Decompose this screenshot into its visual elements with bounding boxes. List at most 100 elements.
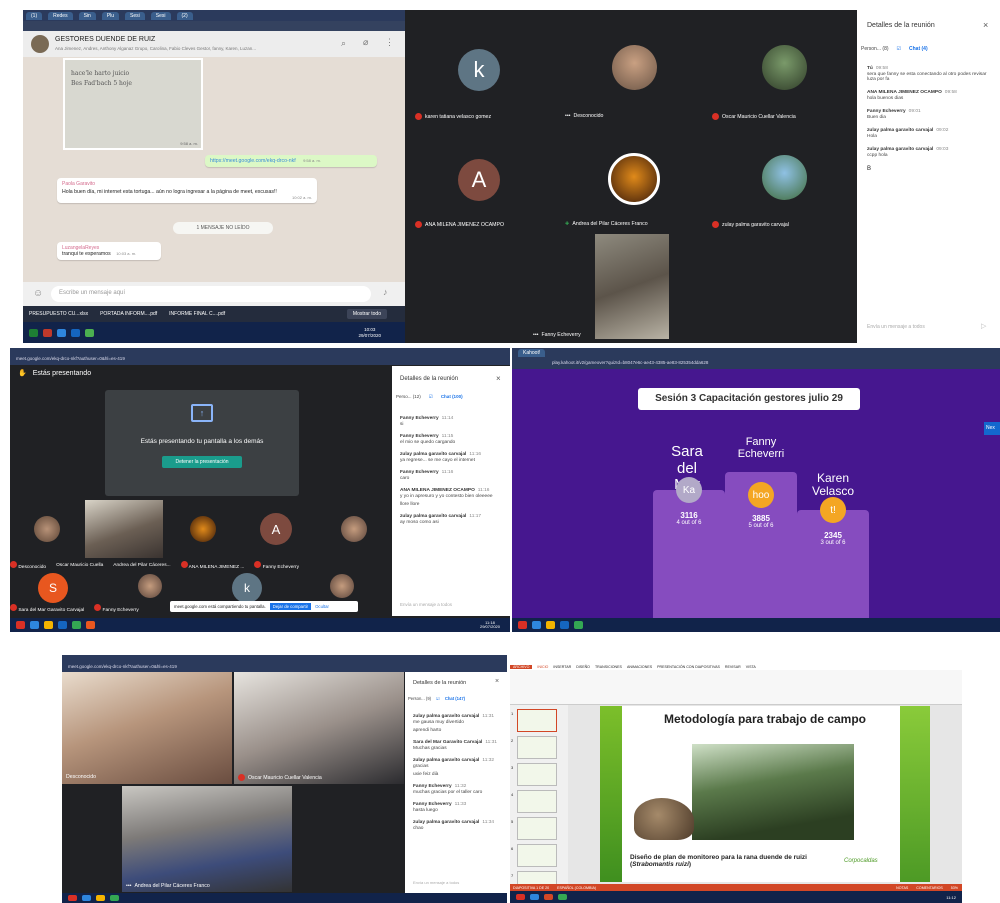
tab-info-icon[interactable]: ☑ bbox=[897, 46, 901, 52]
slide-thumbnail[interactable] bbox=[517, 736, 557, 759]
hide-button[interactable]: Ocultar bbox=[315, 604, 329, 609]
notes-button[interactable]: NOTAS bbox=[896, 886, 908, 890]
address-text[interactable]: play.kahoot.it/v2/gameover?quizId=b8047e… bbox=[552, 360, 708, 365]
tab-chat[interactable]: Chat (100) bbox=[441, 394, 463, 400]
taskbar bbox=[62, 893, 507, 903]
browser-tab[interactable]: Sin bbox=[78, 11, 96, 20]
app-icon[interactable] bbox=[532, 621, 541, 629]
address-text[interactable]: meet.google.com/ekq-drco-nkf?authuser=0&… bbox=[16, 356, 125, 361]
next-button[interactable]: Nex bbox=[984, 422, 1000, 435]
app-icon[interactable] bbox=[516, 894, 525, 900]
ribbon-tab[interactable]: INICIO bbox=[537, 665, 548, 669]
close-icon[interactable]: × bbox=[496, 374, 501, 383]
send-icon[interactable]: ▷ bbox=[981, 322, 986, 330]
tab-people[interactable]: Person... (8) bbox=[861, 46, 889, 52]
app-icon[interactable] bbox=[546, 621, 555, 629]
participant-name: Desconocido bbox=[66, 774, 96, 780]
browser-tab[interactable]: Redes bbox=[48, 11, 73, 20]
app-icon[interactable] bbox=[82, 895, 91, 901]
app-icon[interactable] bbox=[57, 328, 66, 337]
slide-thumbnail[interactable] bbox=[517, 709, 557, 732]
download-item[interactable]: PORTADA INFORM....pdf bbox=[100, 311, 157, 317]
app-icon[interactable] bbox=[30, 621, 39, 629]
slide-thumbnail[interactable] bbox=[517, 817, 557, 840]
app-icon[interactable] bbox=[43, 328, 52, 337]
tab-chat[interactable]: Chat (4) bbox=[909, 46, 928, 52]
link-message[interactable]: https://meet.google.com/ekq-drco-nkf 9:5… bbox=[205, 155, 377, 167]
browser-tab[interactable]: Sesi bbox=[125, 11, 145, 20]
tab-info-icon[interactable]: ☑ bbox=[436, 696, 440, 701]
ribbon-tab[interactable]: ANIMACIONES bbox=[627, 665, 652, 669]
status-language[interactable]: ESPAÑOL (COLOMBIA) bbox=[557, 886, 596, 890]
app-icon[interactable] bbox=[16, 621, 25, 629]
show-all-button[interactable]: Mostrar todo bbox=[346, 309, 387, 319]
participant-label: Desconocido bbox=[10, 561, 46, 570]
slide-thumbnail[interactable] bbox=[517, 844, 557, 867]
note-image[interactable]: hace'le harto juicio Bes Fad'bach 5 hoje… bbox=[63, 58, 203, 150]
tab-people[interactable]: Person... (9) bbox=[408, 696, 431, 701]
group-name[interactable]: GESTORES DUENDE DE RUIZ bbox=[55, 36, 155, 43]
mic-icon[interactable]: ♪ bbox=[383, 287, 388, 297]
download-item[interactable]: INFORME FINAL C....pdf bbox=[169, 311, 225, 317]
app-icon[interactable] bbox=[58, 621, 67, 629]
app-icon[interactable] bbox=[85, 328, 94, 337]
chat-input[interactable]: Envía un mensaje a todos bbox=[400, 602, 452, 607]
app-icon[interactable] bbox=[530, 894, 539, 900]
app-icon[interactable] bbox=[29, 328, 38, 337]
chat-sender: zulay palma garavito carvajal bbox=[400, 514, 467, 519]
address-text[interactable]: meet.google.com/ekq-drco-nkf?authuser=0&… bbox=[68, 664, 177, 669]
app-icon[interactable] bbox=[544, 894, 553, 900]
ribbon-tab-file[interactable]: ARCHIVO bbox=[510, 664, 533, 669]
slide-thumbnail[interactable] bbox=[517, 790, 557, 813]
comments-button[interactable]: COMENTARIOS bbox=[916, 886, 943, 890]
tab-chat[interactable]: Chat (147) bbox=[445, 696, 465, 701]
app-icon[interactable] bbox=[110, 895, 119, 901]
app-icon[interactable] bbox=[44, 621, 53, 629]
menu-icon[interactable]: ⋮ bbox=[385, 37, 394, 48]
search-icon[interactable]: ⌕ bbox=[341, 38, 346, 49]
browser-tab[interactable]: Plu bbox=[101, 11, 120, 20]
browser-tab[interactable]: (2) bbox=[176, 11, 193, 20]
group-avatar[interactable] bbox=[31, 35, 49, 53]
stop-presenting-button[interactable]: Detener la presentación bbox=[162, 456, 242, 468]
participant-photo bbox=[34, 516, 60, 542]
chat-sender: zulay palma garavito carvajal bbox=[867, 128, 934, 133]
app-icon[interactable] bbox=[68, 895, 77, 901]
meet-link[interactable]: https://meet.google.com/ekq-drco-nkf bbox=[210, 158, 296, 164]
attach-icon[interactable]: ⌀ bbox=[363, 37, 368, 48]
app-icon[interactable] bbox=[71, 328, 80, 337]
slide-thumbnail[interactable] bbox=[517, 763, 557, 786]
browser-tab[interactable]: (1) bbox=[26, 11, 43, 20]
ribbon-tab[interactable]: PRESENTACIÓN CON DIAPOSITIVAS bbox=[657, 665, 720, 669]
app-icon[interactable] bbox=[518, 621, 527, 629]
browser-tab[interactable]: Sesi bbox=[150, 11, 171, 20]
tab-info-icon[interactable]: ☑ bbox=[429, 394, 433, 400]
close-icon[interactable]: × bbox=[983, 20, 988, 30]
app-icon[interactable] bbox=[72, 621, 81, 629]
emoji-icon[interactable]: ☺ bbox=[33, 288, 43, 299]
app-icon[interactable] bbox=[560, 621, 569, 629]
taskbar: 10:03 29/07/2020 bbox=[23, 322, 405, 343]
ribbon-tab[interactable]: TRANSICIONES bbox=[595, 665, 622, 669]
app-icon[interactable] bbox=[574, 621, 583, 629]
participant-label: Sara del Mar Garavito Carvajal bbox=[10, 604, 84, 613]
app-icon[interactable] bbox=[558, 894, 567, 900]
zoom-level[interactable]: 53% bbox=[951, 886, 958, 890]
app-icon[interactable] bbox=[96, 895, 105, 901]
download-item[interactable]: PRESUPUESTO CU...xlsx bbox=[29, 311, 88, 317]
message-input[interactable]: Escribe un mensaje aquí bbox=[51, 286, 371, 302]
chat-input[interactable]: Envía un mensaje a todos bbox=[867, 324, 925, 330]
tab-people[interactable]: Perso... (12) bbox=[396, 394, 421, 400]
ribbon-tab[interactable]: DISEÑO bbox=[576, 665, 590, 669]
stop-sharing-button[interactable]: Dejar de compartir bbox=[269, 603, 312, 610]
ribbon-tab[interactable]: INSERTAR bbox=[553, 665, 571, 669]
ribbon-tab[interactable]: VISTA bbox=[746, 665, 756, 669]
browser-tab[interactable]: Kahoot! bbox=[518, 349, 546, 357]
slide[interactable]: Metodología para trabajo de campo Diseño… bbox=[600, 706, 930, 882]
close-icon[interactable]: × bbox=[495, 678, 499, 685]
player-detail: 3 out of 6 bbox=[820, 540, 846, 546]
app-icon[interactable] bbox=[86, 621, 95, 629]
chat-input[interactable]: Envía un mensaje a todos bbox=[413, 880, 459, 885]
address-bar[interactable] bbox=[23, 21, 433, 31]
ribbon-tab[interactable]: REVISAR bbox=[725, 665, 741, 669]
